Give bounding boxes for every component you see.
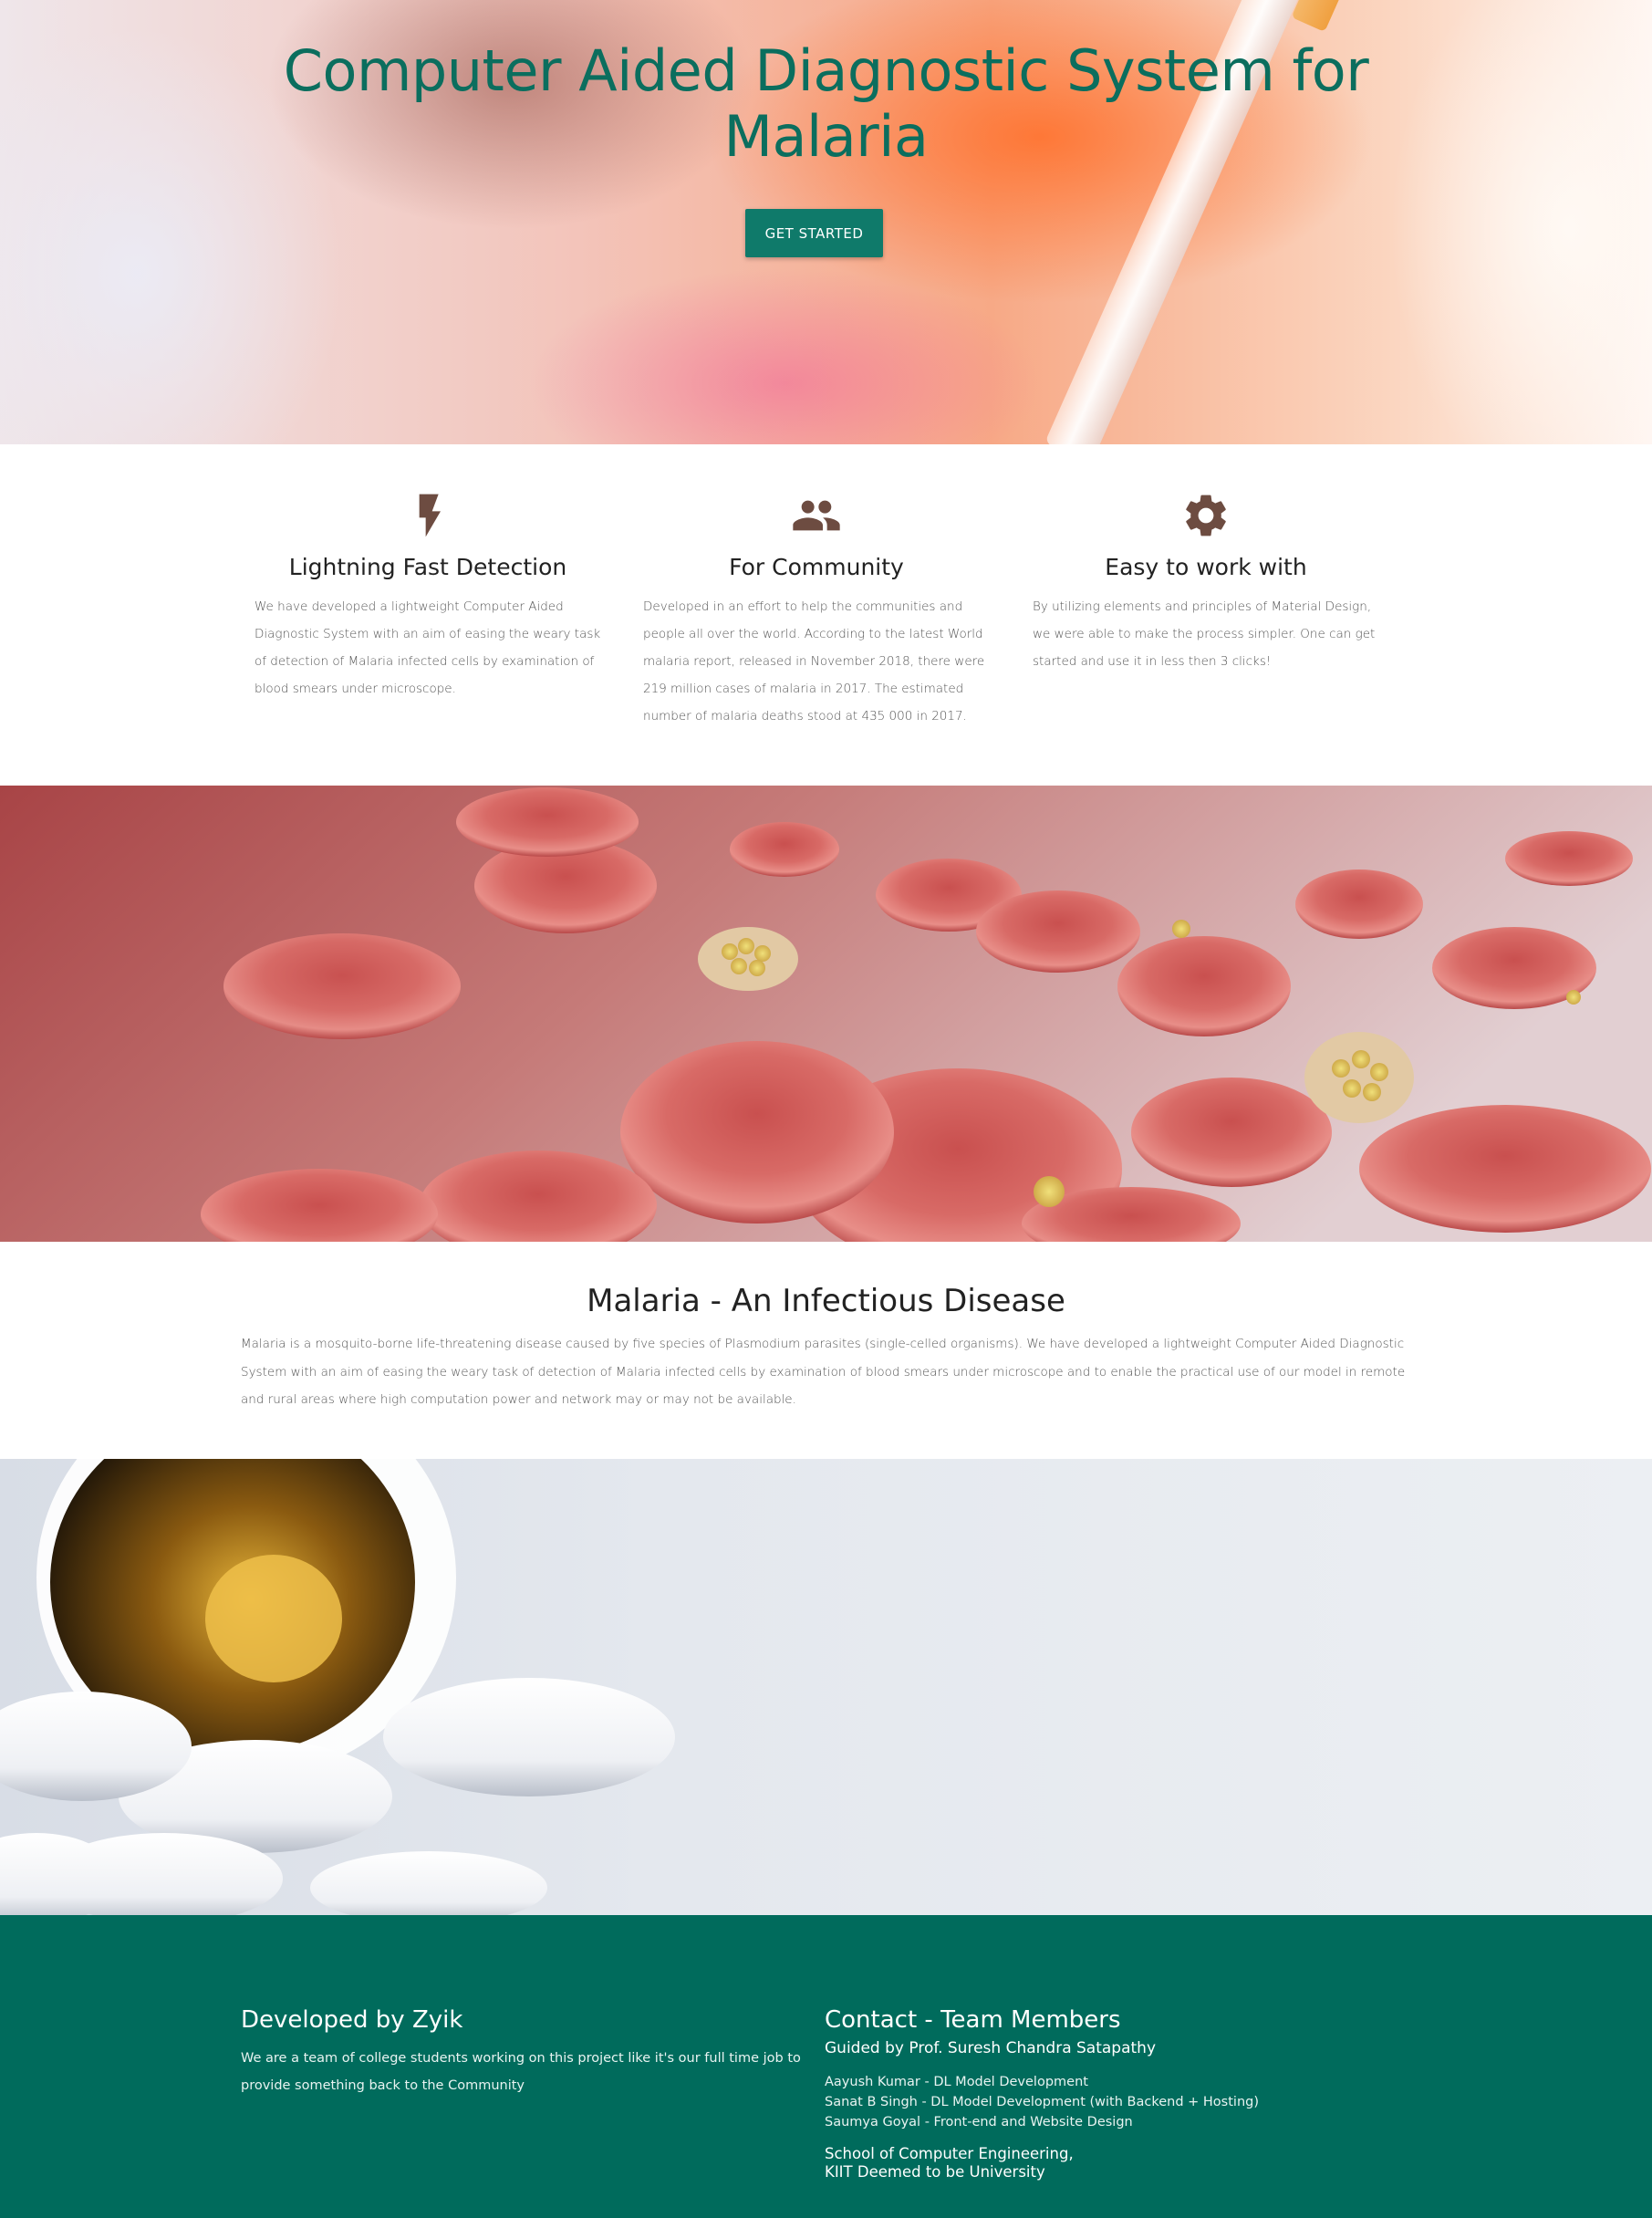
about-malaria-section: Malaria - An Infectious Disease Malaria …	[0, 1242, 1652, 1459]
university-line: KIIT Deemed to be University	[825, 2163, 1045, 2181]
red-blood-cells-image	[0, 786, 1652, 1242]
feature-easy-to-work-with: Easy to work with By utilizing elements …	[1033, 444, 1379, 675]
feature-lightning-fast-detection: Lightning Fast Detection We have develop…	[255, 444, 601, 703]
footer-contact-column: Contact - Team Members Guided by Prof. S…	[825, 2006, 1408, 2182]
about-text: Malaria is a mosquito-borne life-threate…	[241, 1337, 1406, 1407]
team-member: Aayush Kumar - DL Model Development	[825, 2075, 1088, 2089]
feature-title: Easy to work with	[1105, 554, 1307, 580]
hero-section: Computer Aided Diagnostic System for Mal…	[0, 0, 1652, 444]
features-section: Lightning Fast Detection We have develop…	[0, 444, 1652, 786]
blood-cells-illustration	[0, 786, 1652, 1242]
footer: Developed by Zyik We are a team of colle…	[0, 1915, 1652, 2218]
feature-text: We have developed a lightweight Computer…	[255, 599, 601, 696]
gear-icon	[1186, 495, 1226, 536]
team-member: Sanat B Singh - DL Model Development (wi…	[825, 2095, 1259, 2109]
get-started-button[interactable]: GET STARTED	[745, 209, 883, 257]
feature-for-community: For Community Developed in an effort to …	[643, 444, 990, 730]
people-group-icon	[793, 500, 840, 531]
footer-developer-text: We are a team of college students workin…	[241, 2051, 801, 2093]
team-members-list: Aayush Kumar - DL Model Development Sana…	[825, 2072, 1408, 2132]
school-info: School of Computer Engineering, KIIT Dee…	[825, 2145, 1408, 2182]
hero-title: Computer Aided Diagnostic System for Mal…	[283, 37, 1369, 170]
feature-text: Developed in an effort to help the commu…	[643, 599, 985, 724]
team-member: Saumya Goyal - Front-end and Website Des…	[825, 2115, 1133, 2129]
footer-contact-title: Contact - Team Members	[825, 2006, 1121, 2034]
feature-title: For Community	[729, 554, 904, 580]
feature-title: Lightning Fast Detection	[288, 554, 567, 580]
lightning-bolt-icon	[419, 494, 441, 537]
pills-illustration	[0, 1459, 675, 1915]
pipette-tip-image	[1291, 0, 1351, 33]
pills-bottle-image	[0, 1459, 1652, 1915]
feature-text: By utilizing elements and principles of …	[1033, 599, 1376, 669]
about-title: Malaria - An Infectious Disease	[587, 1283, 1065, 1319]
footer-about-column: Developed by Zyik We are a team of colle…	[241, 2006, 806, 2099]
school-line: School of Computer Engineering,	[825, 2145, 1074, 2162]
footer-guide: Guided by Prof. Suresh Chandra Satapathy	[825, 2039, 1157, 2057]
footer-developer-title: Developed by Zyik	[241, 2006, 463, 2034]
